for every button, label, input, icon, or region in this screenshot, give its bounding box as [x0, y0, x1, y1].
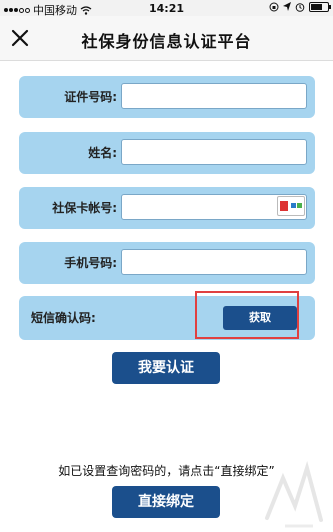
- card-account-row: 社保卡帐号:: [19, 187, 315, 229]
- location-icon: [283, 2, 291, 11]
- verify-button[interactable]: 我要认证: [112, 352, 220, 384]
- sms-code-label: 短信确认码:: [31, 311, 96, 325]
- sms-code-row: 短信确认码: 获取: [19, 291, 315, 340]
- orientation-lock-icon: [269, 2, 279, 12]
- phone-label: 手机号码:: [64, 256, 117, 270]
- alarm-icon: [295, 3, 305, 12]
- status-bar: 中国移动 14:21: [0, 0, 333, 17]
- nav-bar: 社保身份信息认证平台: [0, 16, 333, 61]
- id-number-input[interactable]: [121, 83, 307, 109]
- card-account-label: 社保卡帐号:: [52, 201, 117, 215]
- page-title: 社保身份信息认证平台: [81, 32, 252, 51]
- watermark-graphic: [265, 460, 323, 528]
- phone-input[interactable]: [121, 249, 307, 275]
- name-input[interactable]: [121, 139, 307, 165]
- name-label: 姓名:: [88, 146, 117, 160]
- name-row: 姓名:: [19, 132, 315, 174]
- id-number-row: 证件号码:: [19, 76, 315, 118]
- battery-icon: [309, 2, 331, 12]
- phone-row: 手机号码:: [19, 242, 315, 284]
- card-account-field: [121, 194, 307, 220]
- id-number-label: 证件号码:: [64, 90, 117, 104]
- get-code-button[interactable]: 获取: [223, 306, 297, 330]
- card-scan-icon[interactable]: [277, 196, 305, 216]
- status-right: [269, 2, 331, 12]
- direct-bind-button[interactable]: 直接绑定: [112, 486, 220, 518]
